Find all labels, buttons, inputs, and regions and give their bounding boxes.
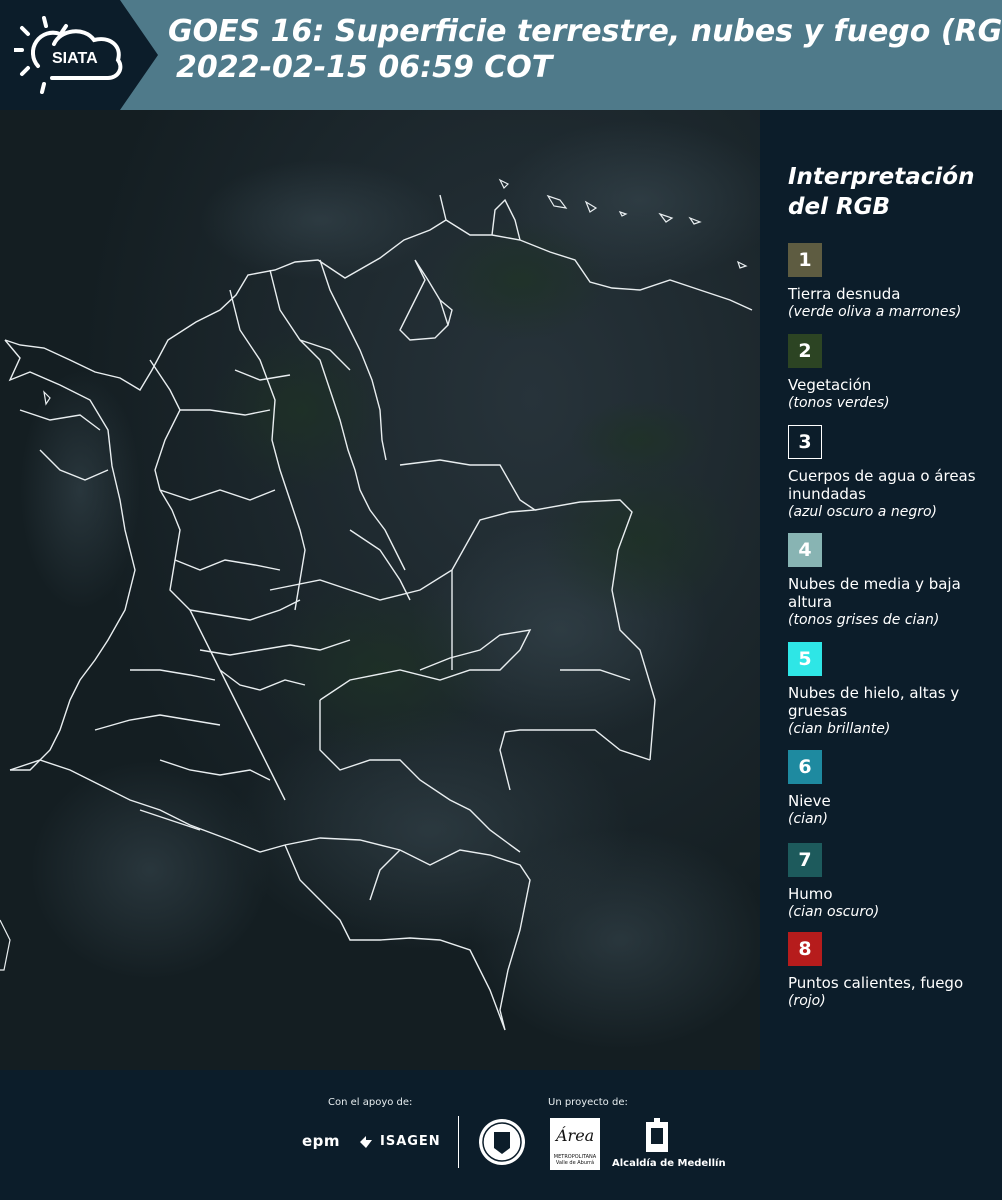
siata-logo: SIATA [14,16,123,94]
legend-item: 4 Nubes de media y baja altura (tonos gris… [788,533,998,629]
medellin-label: Alcaldía de Medellín [612,1158,726,1169]
satellite-map [0,110,760,1070]
legend-item-label: Tierra desnuda [788,285,901,303]
legend-item-label: Nieve [788,792,831,810]
legend-swatch: 6 [788,750,822,784]
legend-item-label: Puntos calientes, fuego [788,974,964,992]
svg-text:SIATA: SIATA [52,50,98,67]
legend-item-desc: (verde oliva a marrones) [788,304,962,320]
legend-item-desc: (tonos verdes) [788,395,890,411]
legend-item: 8 Puntos calientes, fuego (rojo) [788,932,998,1010]
legend-item-desc: (cian) [788,811,828,827]
legend-item-desc: (tonos grises de cian) [788,612,940,628]
legend-item-label: Cuerpos de agua o áreas inundadas [788,467,976,503]
legend-item: 7 Humo (cian oscuro) [788,843,998,921]
footer-divider [458,1116,459,1168]
legend-swatch: 7 [788,843,822,877]
legend-swatch: 8 [788,932,822,966]
medellin-crest-icon [646,1118,668,1152]
legend-item-label: Humo [788,885,833,903]
legend-item-desc: (cian brillante) [788,721,891,737]
legend-item: 5 Nubes de hielo, altas y gruesas (cian br… [788,642,998,738]
legend-panel: Interpretación del RGB 1 Tierra desnuda (v… [768,110,1002,1070]
map-canvas [0,110,760,1070]
legend-item-desc: (azul oscuro a negro) [788,504,937,520]
legend-item: 6 Nieve (cian) [788,750,998,828]
legend-title: Interpretación del RGB [788,162,974,222]
legend-swatch: 2 [788,334,822,368]
page-title: GOES 16: Superficie terrestre, nubes y f… [168,14,1002,86]
legend-swatch: 3 [788,425,822,459]
title-line-1: GOES 16: Superficie terrestre, nubes y f… [168,14,1002,49]
legend-title-line-2: del RGB [788,194,891,220]
legend-item-label: Nubes de hielo, altas y gruesas [788,684,960,720]
legend-item: 3 Cuerpos de agua o áreas inundadas (azul … [788,425,998,521]
legend-swatch: 5 [788,642,822,676]
legend-item-desc: (cian oscuro) [788,904,880,920]
legend-item-desc: (rojo) [788,993,826,1009]
support-label: Con el apoyo de: [328,1097,413,1108]
legend-item-label: Vegetación [788,376,872,394]
epm-logo: epm [302,1132,341,1150]
footer: Con el apoyo de: Un proyecto de: epm ISA… [0,1070,1002,1200]
project-label: Un proyecto de: [548,1097,628,1108]
legend-item-label: Nubes de media y baja altura [788,575,961,611]
legend-swatch: 1 [788,243,822,277]
legend-item: 1 Tierra desnuda (verde oliva a marrones) [788,243,998,321]
title-line-2: 2022-02-15 06:59 COT [176,50,553,85]
legend-swatch: 4 [788,533,822,567]
university-seal-icon [479,1119,525,1165]
area-metropolitana-logo: Área METROPOLITANA Valle de Aburrá [550,1118,600,1170]
isagen-logo: ISAGEN [380,1134,441,1149]
legend-item: 2 Vegetación (tonos verdes) [788,334,998,412]
legend-title-line-1: Interpretación [788,164,975,190]
isagen-mark-icon [360,1136,372,1148]
